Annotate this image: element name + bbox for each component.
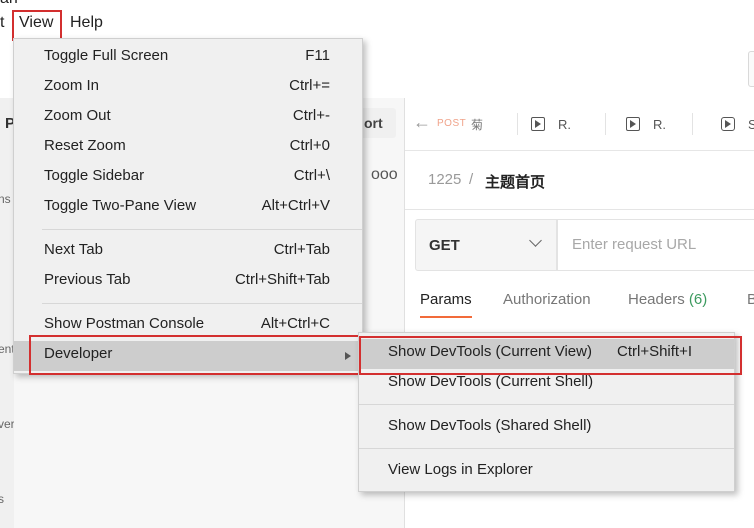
import-button-label: ort xyxy=(364,115,383,131)
request-tab-icon xyxy=(626,117,640,131)
request-tab-icon xyxy=(721,117,735,131)
tab-params[interactable]: Params xyxy=(420,291,472,308)
menu-separator xyxy=(42,229,362,230)
breadcrumb-collection[interactable]: 1225 xyxy=(428,171,461,188)
divider xyxy=(405,209,754,210)
back-arrow-icon[interactable]: ← xyxy=(413,112,431,133)
strip-label-4[interactable]: s xyxy=(0,492,4,506)
more-options-icon[interactable]: ooo xyxy=(371,166,398,184)
method-select-value: GET xyxy=(429,237,460,254)
strip-label-1[interactable]: ns xyxy=(0,192,11,206)
request-tab-label[interactable]: R. xyxy=(558,117,571,132)
menu-item-previous-tab[interactable]: Previous Tab Ctrl+Shift+Tab xyxy=(14,267,362,297)
tab-body-fragment[interactable]: B xyxy=(747,291,754,308)
devtools-highlight-box xyxy=(359,336,742,375)
menubar-item-help[interactable]: Help xyxy=(70,14,103,32)
active-tab-indicator xyxy=(420,316,472,318)
menu-item-toggle-two-pane-view[interactable]: Toggle Two-Pane View Alt+Ctrl+V xyxy=(14,193,362,223)
menu-item-zoom-in[interactable]: Zoom In Ctrl+= xyxy=(14,73,362,103)
window-title-fragment: an xyxy=(0,0,18,8)
menu-item-reset-zoom[interactable]: Reset Zoom Ctrl+0 xyxy=(14,133,362,163)
request-tab-icon xyxy=(531,117,545,131)
tab-headers-count: (6) xyxy=(688,291,708,308)
url-input-placeholder: Enter request URL xyxy=(572,236,697,253)
menu-item-show-devtools-shared-shell[interactable]: Show DevTools (Shared Shell) xyxy=(359,413,734,443)
menu-separator xyxy=(359,448,734,449)
request-tab-label[interactable]: R. xyxy=(653,117,666,132)
breadcrumb-separator: / xyxy=(469,171,474,188)
menu-item-next-tab[interactable]: Next Tab Ctrl+Tab xyxy=(14,237,362,267)
menu-separator xyxy=(359,404,734,405)
tab-headers-label: Headers xyxy=(628,291,685,308)
tab-title-fragment[interactable]: 菊 xyxy=(471,116,483,133)
menu-separator xyxy=(42,303,362,304)
menu-item-toggle-full-screen[interactable]: Toggle Full Screen F11 xyxy=(14,43,362,73)
menubar-item-partial[interactable]: t xyxy=(0,14,4,32)
tab-authorization[interactable]: Authorization xyxy=(503,291,591,308)
request-tab-label[interactable]: S xyxy=(748,117,754,132)
menu-item-view-logs-in-explorer[interactable]: View Logs in Explorer xyxy=(359,457,734,487)
menu-item-toggle-sidebar[interactable]: Toggle Sidebar Ctrl+\ xyxy=(14,163,362,193)
tab-method-post[interactable]: POST xyxy=(437,118,466,129)
view-menu: Toggle Full Screen F11 Zoom In Ctrl+= Zo… xyxy=(13,38,363,374)
tab-headers[interactable]: Headers (6) xyxy=(628,291,707,308)
menu-item-zoom-out[interactable]: Zoom Out Ctrl+- xyxy=(14,103,362,133)
header-control-box[interactable] xyxy=(748,51,754,87)
developer-highlight-box xyxy=(29,335,360,375)
breadcrumb-request-title[interactable]: 主题首页 xyxy=(485,171,545,192)
view-menu-highlight-box xyxy=(12,10,62,41)
